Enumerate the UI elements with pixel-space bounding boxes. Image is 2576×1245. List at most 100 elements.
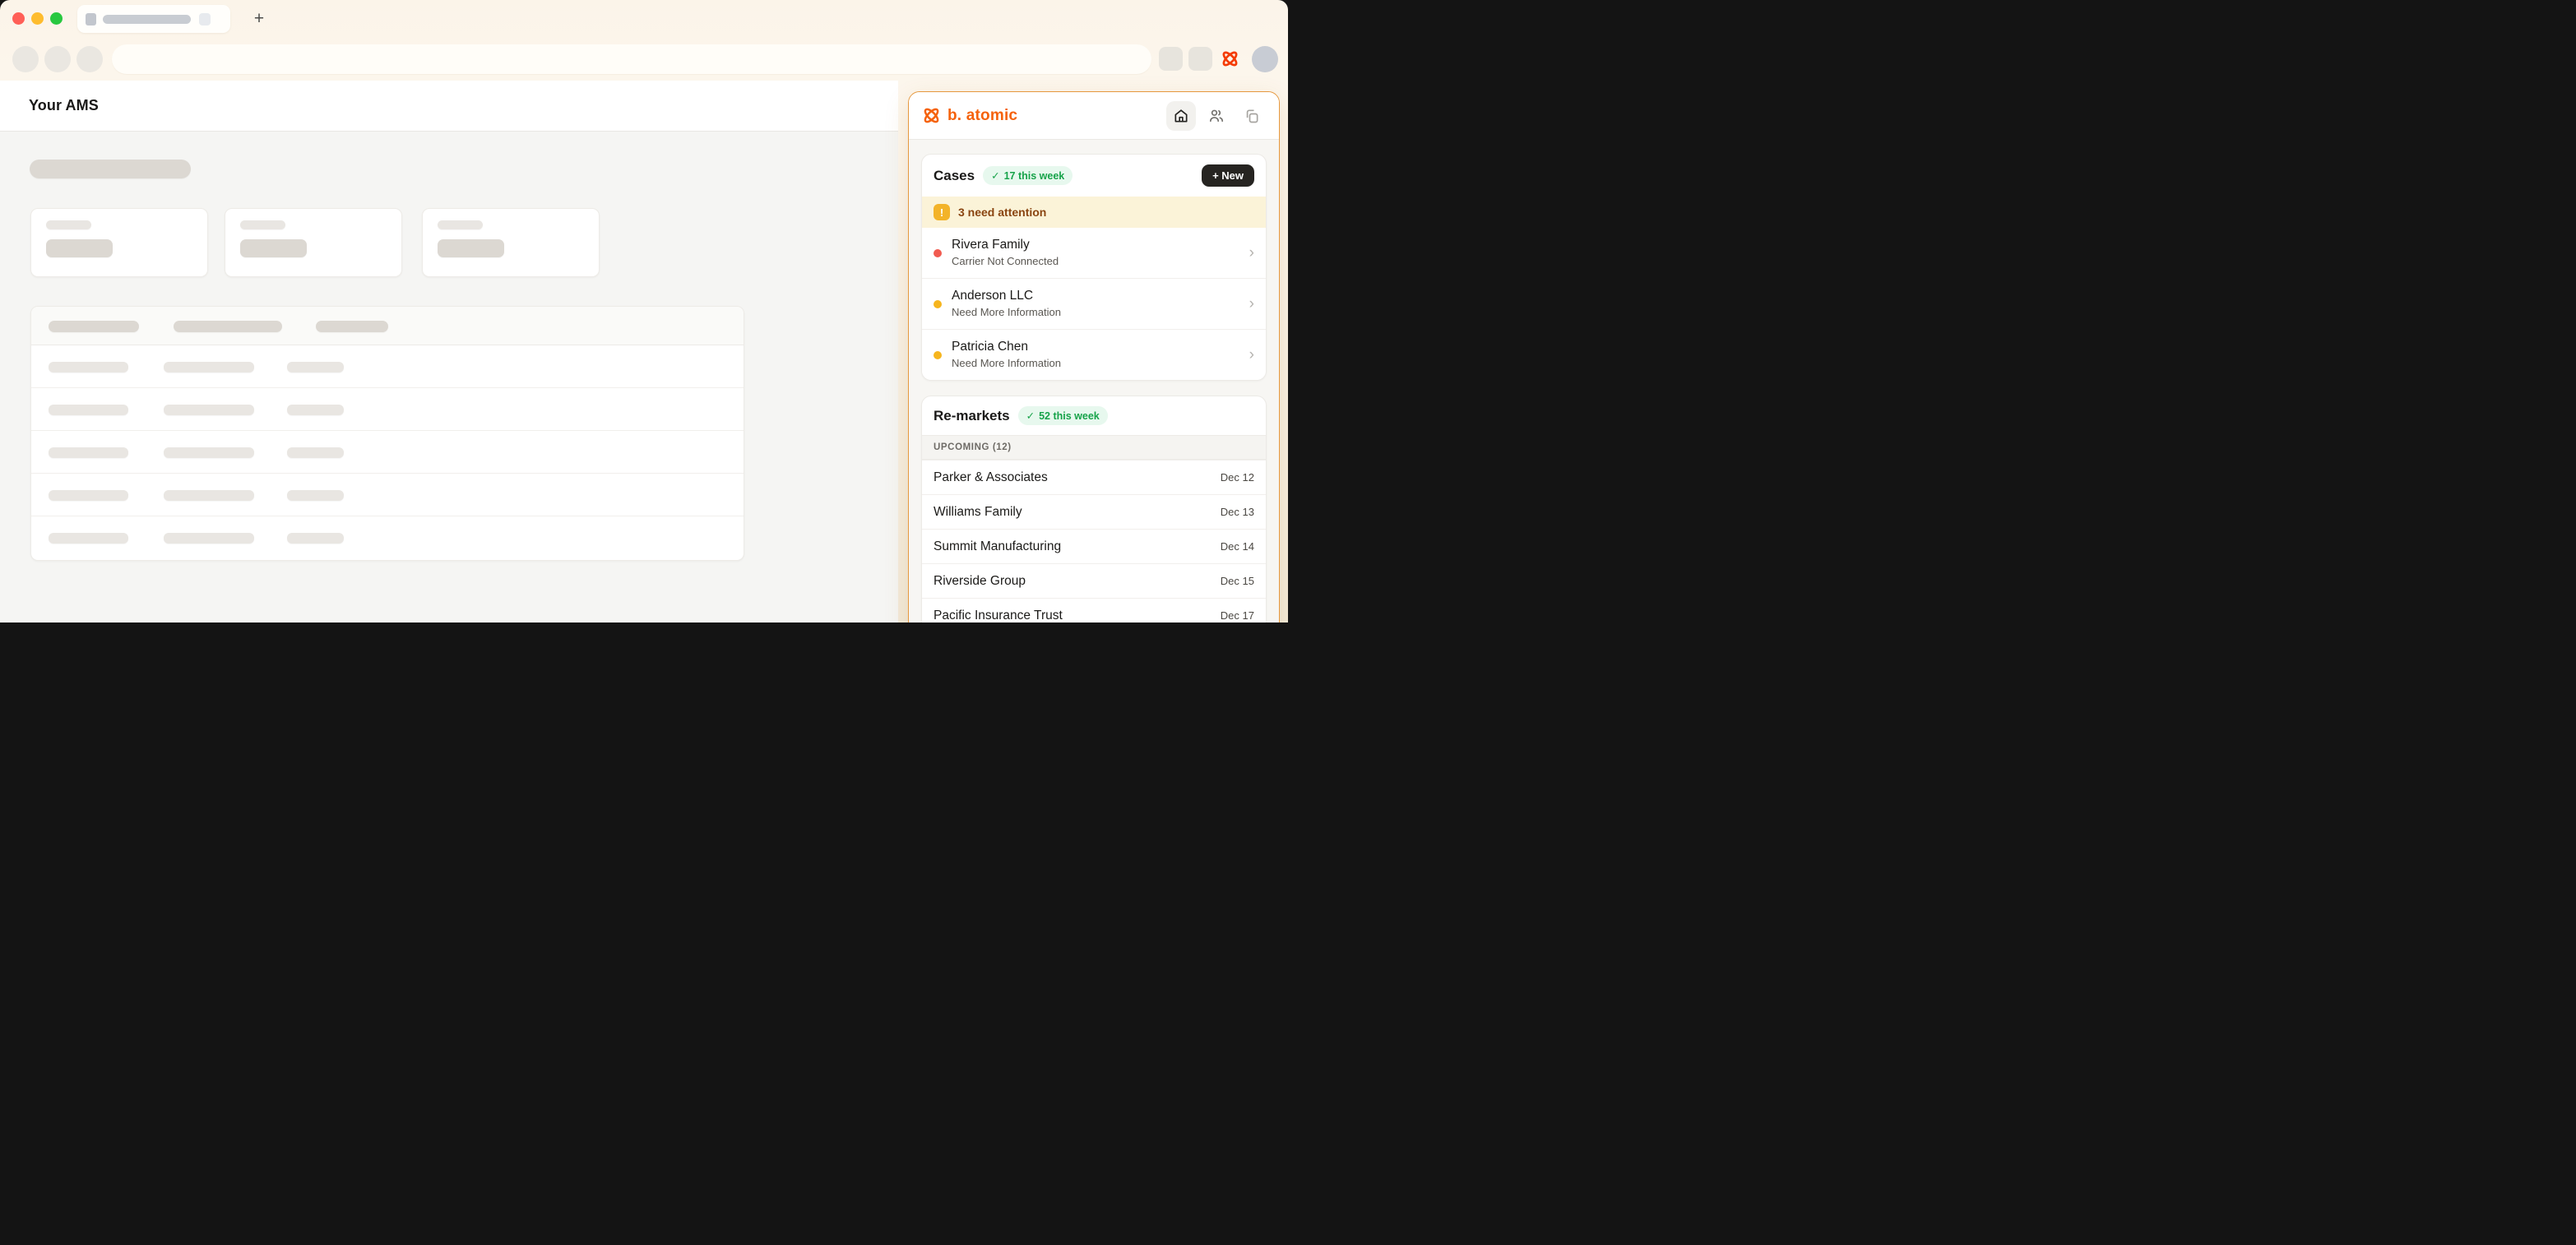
skeleton-heading (30, 160, 191, 178)
skeleton-table-row (31, 516, 744, 559)
chevron-right-icon: › (1249, 245, 1254, 261)
url-bar[interactable] (112, 44, 1151, 74)
brand-logo: b. atomic (921, 105, 1017, 126)
remarket-date: Dec 13 (1221, 506, 1254, 518)
case-name: Rivera Family (952, 237, 1059, 253)
skeleton-line (46, 220, 91, 229)
ams-page: Your AMS (0, 81, 898, 622)
tab-favicon-placeholder (86, 13, 96, 25)
case-row[interactable]: Rivera Family Carrier Not Connected › (922, 228, 1266, 278)
tab-close-placeholder[interactable] (199, 13, 211, 25)
skeleton-line (240, 239, 307, 257)
warning-icon: ! (934, 204, 950, 220)
remarkets-header: Re-markets ✓ 52 this week (922, 396, 1266, 435)
case-status: Need More Information (952, 305, 1061, 320)
skeleton-table-row (31, 431, 744, 474)
remarkets-title: Re-markets (934, 408, 1010, 424)
toolbar-extension-button[interactable] (1188, 47, 1212, 71)
skeleton-stat-card (225, 208, 402, 277)
window-minimize-button[interactable] (31, 12, 44, 25)
skeleton-table-row (31, 345, 744, 388)
upcoming-section-label: UPCOMING (12) (922, 435, 1266, 460)
browser-toolbar (0, 38, 1288, 81)
skeleton-column-header (316, 321, 388, 332)
chevron-right-icon: › (1249, 347, 1254, 363)
ams-page-body (0, 132, 898, 622)
remarkets-card: Re-markets ✓ 52 this week UPCOMING (12) … (921, 396, 1267, 622)
remarket-row[interactable]: Summit Manufacturing Dec 14 (922, 529, 1266, 563)
skeleton-table (30, 306, 744, 561)
attention-banner: ! 3 need attention (922, 197, 1266, 228)
remarket-name: Williams Family (934, 504, 1022, 521)
home-icon (1173, 108, 1189, 124)
case-name: Patricia Chen (952, 339, 1061, 355)
remarket-date: Dec 12 (1221, 471, 1254, 484)
toolbar-extension-button[interactable] (1159, 47, 1183, 71)
remarket-row[interactable]: Riverside Group Dec 15 (922, 563, 1266, 598)
case-row[interactable]: Anderson LLC Need More Information › (922, 278, 1266, 329)
remarket-row[interactable]: Parker & Associates Dec 12 (922, 460, 1266, 494)
forward-button[interactable] (44, 46, 71, 72)
status-dot (934, 249, 942, 257)
remarket-date: Dec 14 (1221, 540, 1254, 553)
case-name: Anderson LLC (952, 288, 1061, 304)
ams-page-header: Your AMS (0, 81, 898, 132)
profile-avatar[interactable] (1252, 46, 1278, 72)
skeleton-line (438, 239, 504, 257)
case-status: Need More Information (952, 356, 1061, 371)
remarket-date: Dec 17 (1221, 609, 1254, 622)
nav-copy-button[interactable] (1237, 101, 1267, 131)
nav-home-button[interactable] (1166, 101, 1196, 131)
browser-tab[interactable] (77, 5, 230, 33)
skeleton-line (438, 220, 483, 229)
remarkets-week-badge: ✓ 52 this week (1018, 406, 1108, 425)
skeleton-stat-card (30, 208, 208, 277)
status-dot (934, 300, 942, 308)
new-case-button[interactable]: + New (1202, 164, 1254, 187)
page-title: Your AMS (29, 97, 99, 114)
skeleton-column-header (49, 321, 139, 332)
reload-button[interactable] (76, 46, 103, 72)
skeleton-column-header (174, 321, 282, 332)
remarket-row[interactable]: Williams Family Dec 13 (922, 494, 1266, 529)
window-close-button[interactable] (12, 12, 25, 25)
copy-icon (1244, 108, 1260, 124)
skeleton-line (46, 239, 113, 257)
check-icon: ✓ (991, 169, 999, 182)
skeleton-table-row (31, 474, 744, 516)
remarket-name: Summit Manufacturing (934, 539, 1061, 555)
browser-window: + Your AMS (0, 0, 1288, 622)
nav-clients-button[interactable] (1202, 101, 1231, 131)
batomic-side-panel: b. atomic (908, 91, 1280, 622)
panel-nav (1166, 101, 1267, 131)
remarket-date: Dec 15 (1221, 575, 1254, 587)
tab-title-skeleton (103, 15, 191, 24)
check-icon: ✓ (1026, 410, 1035, 422)
remarket-name: Parker & Associates (934, 470, 1048, 486)
cases-week-badge: ✓ 17 this week (983, 166, 1073, 185)
skeleton-line (240, 220, 285, 229)
brand-name: b. atomic (947, 107, 1017, 125)
remarket-name: Pacific Insurance Trust (934, 608, 1063, 623)
panel-body: Cases ✓ 17 this week + New ! 3 need atte… (909, 140, 1279, 622)
case-row[interactable]: Patricia Chen Need More Information › (922, 329, 1266, 380)
panel-header: b. atomic (909, 92, 1279, 140)
remarket-name: Riverside Group (934, 573, 1026, 590)
back-button[interactable] (12, 46, 39, 72)
cases-card: Cases ✓ 17 this week + New ! 3 need atte… (921, 154, 1267, 381)
new-tab-button[interactable]: + (247, 7, 271, 31)
remarket-row[interactable]: Pacific Insurance Trust Dec 17 (922, 598, 1266, 622)
skeleton-stat-card (422, 208, 600, 277)
cases-title: Cases (934, 168, 975, 184)
skeleton-table-row (31, 388, 744, 431)
status-dot (934, 351, 942, 359)
tab-strip: + (0, 0, 1288, 38)
chevron-right-icon: › (1249, 296, 1254, 312)
attention-text: 3 need attention (958, 206, 1046, 219)
users-icon (1208, 108, 1225, 124)
window-zoom-button[interactable] (50, 12, 63, 25)
case-status: Carrier Not Connected (952, 254, 1059, 269)
atom-logo-icon (921, 105, 942, 126)
atom-extension-icon[interactable] (1220, 49, 1240, 69)
skeleton-table-header (31, 307, 744, 345)
